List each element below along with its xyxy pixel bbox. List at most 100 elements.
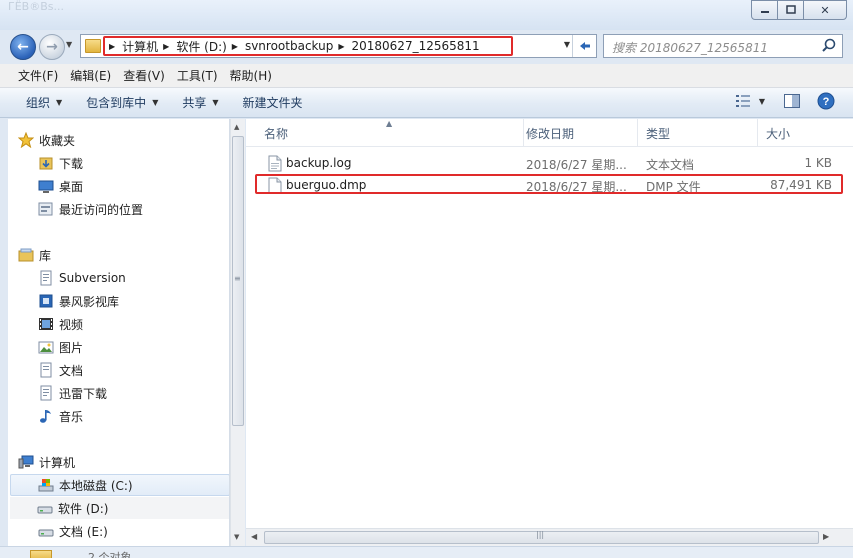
search-input[interactable]: 搜索 20180627_12565811 <box>603 34 843 58</box>
command-toolbar: 组织 ▼ 包含到库中 ▼ 共享 ▼ 新建文件夹 ▼ ? <box>0 88 853 118</box>
scroll-up-icon[interactable]: ▲ <box>234 123 239 131</box>
breadcrumb-separator-icon[interactable]: ▶ <box>338 42 344 51</box>
navigation-pane: 收藏夹 下载 桌面 最近访问的位置 库 Subversion 暴风影视库 视频 … <box>8 119 230 546</box>
recent-pages-dropdown-icon[interactable]: ▼ <box>66 40 72 49</box>
sidebar-item-subversion[interactable]: Subversion <box>38 267 229 289</box>
column-header-type[interactable]: 类型 <box>638 119 758 147</box>
sidebar-item-drive-c[interactable]: 本地磁盘 (C:) <box>10 474 229 496</box>
breadcrumb-separator-icon[interactable]: ▶ <box>109 42 115 51</box>
column-header-date-label: 修改日期 <box>526 126 575 141</box>
file-list-horizontal-scrollbar[interactable]: ◀ ||| ▶ <box>246 528 853 546</box>
recent-places-icon <box>38 201 54 217</box>
svg-text:?: ? <box>823 96 830 108</box>
sidebar-item-downloads[interactable]: 下载 <box>38 152 229 174</box>
sidebar-item-baofeng-library[interactable]: 暴风影视库 <box>38 290 229 312</box>
scrollbar-grip-icon: ||| <box>536 530 545 539</box>
window-controls: ✕ <box>751 0 847 20</box>
search-icon[interactable] <box>820 37 838 55</box>
toolbar-right-group: ▼ ? <box>725 92 835 110</box>
refresh-button[interactable] <box>572 35 596 57</box>
sidebar-computer[interactable]: 计算机 <box>18 451 229 473</box>
sidebar-item-videos[interactable]: 视频 <box>38 313 229 335</box>
address-history-dropdown-icon[interactable]: ▼ <box>564 40 570 49</box>
computer-icon <box>18 454 34 470</box>
menu-help[interactable]: 帮助(H) <box>224 67 278 84</box>
maximize-button[interactable] <box>777 0 804 20</box>
navigation-pane-scrollbar[interactable]: ▲ ≡ ▼ <box>230 119 245 546</box>
sidebar-item-label: 图片 <box>59 340 84 355</box>
sidebar-item-label: 暴风影视库 <box>59 294 120 309</box>
file-row[interactable]: buerguo.dmp 2018/6/27 星期... DMP 文件 87,49… <box>256 175 842 196</box>
sidebar-item-label: 本地磁盘 (C:) <box>59 478 133 493</box>
scroll-left-icon[interactable]: ◀ <box>251 532 257 541</box>
minimize-button[interactable] <box>751 0 778 20</box>
column-header-row: 名称 ▲ 修改日期 类型 大小 <box>246 119 853 147</box>
music-note-icon <box>38 408 54 424</box>
breadcrumb-current-folder[interactable]: 20180627_12565811 <box>352 39 480 53</box>
organize-button[interactable]: 组织 ▼ <box>14 94 74 111</box>
new-folder-button[interactable]: 新建文件夹 <box>231 94 315 111</box>
include-in-library-button[interactable]: 包含到库中 ▼ <box>74 94 170 111</box>
organize-label: 组织 <box>26 96 51 110</box>
share-button[interactable]: 共享 ▼ <box>170 94 230 111</box>
picture-icon <box>38 339 54 355</box>
file-type: 文本文档 <box>646 158 695 172</box>
scroll-down-icon[interactable]: ▼ <box>234 533 239 541</box>
share-label: 共享 <box>182 96 207 110</box>
breadcrumb-computer[interactable]: 计算机 <box>122 38 158 55</box>
view-options-dropdown-icon[interactable]: ▼ <box>759 97 765 106</box>
sidebar-favorites[interactable]: 收藏夹 <box>18 129 229 151</box>
menu-file[interactable]: 文件(F) <box>12 67 64 84</box>
sidebar-item-label: 视频 <box>59 317 84 332</box>
video-library-icon <box>38 293 54 309</box>
help-icon[interactable]: ? <box>817 92 835 110</box>
sidebar-item-drive-e[interactable]: 文档 (E:) <box>38 520 229 542</box>
preview-pane-icon[interactable] <box>783 93 801 109</box>
breadcrumb-drive-d[interactable]: 软件 (D:) <box>176 38 226 55</box>
column-header-name-label: 名称 <box>264 126 289 141</box>
file-name: backup.log <box>286 156 352 170</box>
window-title: ГЁВ®Вѕ... <box>8 0 64 13</box>
system-drive-icon <box>38 477 54 493</box>
menu-edit[interactable]: 编辑(E) <box>64 67 117 84</box>
breadcrumb: ▶ 计算机 ▶ 软件 (D:) ▶ svnrootbackup ▶ 201806… <box>104 35 480 57</box>
forward-button[interactable]: → <box>39 34 65 60</box>
title-bar: ГЁВ®Вѕ... ✕ <box>0 0 853 30</box>
sidebar-libraries-label: 库 <box>39 248 52 263</box>
breadcrumb-svnrootbackup[interactable]: svnrootbackup <box>245 39 333 53</box>
back-button[interactable]: ← <box>10 34 36 60</box>
sidebar-item-drive-d[interactable]: 软件 (D:) <box>10 497 229 519</box>
column-header-date[interactable]: 修改日期 <box>518 119 638 147</box>
sidebar-item-recent-places[interactable]: 最近访问的位置 <box>38 198 229 220</box>
column-header-size[interactable]: 大小 <box>758 119 838 147</box>
file-row[interactable]: backup.log 2018/6/27 星期... 文本文档 1 KB <box>256 153 842 174</box>
desktop-icon <box>38 178 54 194</box>
folder-icon <box>85 39 101 53</box>
breadcrumb-separator-icon[interactable]: ▶ <box>163 42 169 51</box>
address-bar[interactable]: ▶ 计算机 ▶ 软件 (D:) ▶ svnrootbackup ▶ 201806… <box>80 34 597 58</box>
file-date: 2018/6/27 星期... <box>526 158 627 172</box>
folder-icon <box>30 550 52 558</box>
menu-view[interactable]: 查看(V) <box>117 67 171 84</box>
view-options-icon[interactable] <box>735 93 753 109</box>
minimize-icon <box>760 11 769 13</box>
chevron-down-icon: ▼ <box>152 98 159 107</box>
sidebar-item-pictures[interactable]: 图片 <box>38 336 229 358</box>
breadcrumb-separator-icon[interactable]: ▶ <box>232 42 238 51</box>
menu-tools[interactable]: 工具(T) <box>171 67 224 84</box>
sidebar-favorites-label: 收藏夹 <box>39 133 76 148</box>
sidebar-libraries[interactable]: 库 <box>18 244 229 266</box>
scrollbar-grip-icon: ≡ <box>234 274 241 283</box>
navigation-bar: ← → ▼ ▶ 计算机 ▶ 软件 (D:) ▶ svnrootbackup ▶ … <box>0 30 853 62</box>
close-button[interactable]: ✕ <box>803 0 847 20</box>
scroll-right-icon[interactable]: ▶ <box>823 532 829 541</box>
menu-bar: 文件(F) 编辑(E) 查看(V) 工具(T) 帮助(H) <box>0 64 853 88</box>
file-list-pane: 名称 ▲ 修改日期 类型 大小 backup.log 2018/6/27 星期.… <box>246 119 853 528</box>
sidebar-item-desktop[interactable]: 桌面 <box>38 175 229 197</box>
sidebar-item-music[interactable]: 音乐 <box>38 405 229 427</box>
maximize-icon <box>785 5 796 14</box>
file-type: DMP 文件 <box>646 180 701 194</box>
sidebar-item-thunder-downloads[interactable]: 迅雷下载 <box>38 382 229 404</box>
close-icon: ✕ <box>820 3 830 17</box>
sidebar-item-documents[interactable]: 文档 <box>38 359 229 381</box>
